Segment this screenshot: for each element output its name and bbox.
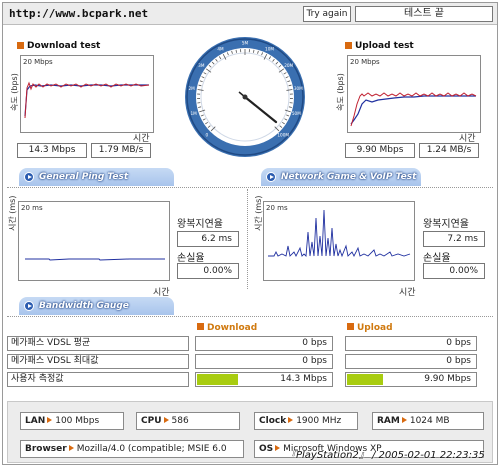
lan-info: LAN 100 Mbps (20, 412, 124, 430)
try-again-button[interactable]: Try again (303, 6, 351, 22)
gauge-tick-label: 50M (292, 111, 301, 116)
bandwidth-download-header: Download (197, 323, 257, 333)
bandwidth-row-label: 사용자 측정값 (7, 372, 189, 387)
download-graph (24, 81, 150, 119)
gauge-tick (235, 49, 237, 53)
bandwidth-download-cell: 0 bps (195, 354, 333, 369)
section-divider (7, 187, 493, 188)
ping-rtt-label: 왕복지연율 (177, 219, 223, 230)
download-max-label: 20 Mbps (23, 58, 53, 66)
ping-loss-label: 손실율 (177, 253, 205, 264)
ping-rtt-value: 6.2 ms (177, 231, 239, 247)
test-status: 테스트 끝 (355, 6, 493, 22)
upload-speed-mbps: 9.90 Mbps (345, 143, 415, 158)
gauge-tick-label: 2M (189, 86, 196, 91)
browser-info: Browser Mozilla/4.0 (compatible; MSIE 6.0 (20, 440, 244, 458)
section-divider (247, 189, 248, 289)
bandwidth-upload-cell: 0 bps (345, 336, 477, 351)
game-chart (263, 201, 415, 281)
arrow-icon (288, 417, 294, 423)
bandwidth-download-cell: 14.3 Mbps (195, 372, 333, 387)
play-icon (24, 172, 34, 182)
ping-graph (25, 258, 165, 261)
gauge-tick-label: 10M (265, 46, 274, 51)
bullet-icon (345, 42, 352, 49)
download-title: Download test (17, 41, 100, 51)
cpu-info: CPU 586 (136, 412, 240, 430)
play-icon (266, 172, 276, 182)
upload-chart (347, 55, 481, 133)
gauge-tick-label: 100M (277, 133, 289, 138)
gauge-tick-label: 20M (284, 63, 293, 68)
download-speed-mbs: 1.79 MB/s (91, 143, 151, 158)
game-max-label: 20 ms (266, 204, 288, 212)
clock-info: Clock 1900 MHz (254, 412, 358, 430)
arrow-icon (275, 445, 281, 451)
section-divider (7, 316, 493, 317)
gauge-tick-label: 0 (205, 133, 208, 138)
gauge-tick-label: 3M (198, 63, 205, 68)
bandwidth-upload-cell: 9.90 Mbps (345, 372, 477, 387)
game-loss-value: 0.00% (423, 263, 485, 279)
arrow-icon (68, 445, 74, 451)
game-graph (268, 209, 411, 258)
ping-chart (18, 201, 170, 281)
speed-gauge: 0 1M 2M 3M 4M 5M 10M 20M 30M 50M 100M (181, 33, 309, 161)
bullet-icon (17, 42, 24, 49)
download-fill-bar (197, 374, 238, 385)
upload-graph (350, 92, 477, 127)
tab-bandwidth-gauge[interactable]: Bandwidth Gauge (19, 297, 174, 315)
bandwidth-download-cell: 0 bps (195, 336, 333, 351)
download-y-axis-label: 속도 (bps) (10, 73, 19, 111)
ram-info: RAM 1024 MB (372, 412, 484, 430)
speed-test-window: http://www.bcpark.net Try again 테스트 끝 Do… (2, 2, 498, 465)
game-loss-label: 손실율 (423, 253, 451, 264)
watermark-caption: 『PlayStation2』 / 2005-02-01 22:23:35 (286, 450, 485, 461)
upload-max-label: 20 Mbps (350, 58, 380, 66)
upload-fill-bar (347, 374, 384, 385)
game-x-axis-label: 시간 (399, 288, 416, 298)
play-icon (24, 301, 34, 311)
bandwidth-row-label: 메가패스 VDSL 최대값 (7, 354, 189, 369)
site-url: http://www.bcpark.net (9, 7, 149, 20)
upload-speed-mbs: 1.24 MB/s (419, 143, 479, 158)
bullet-icon (197, 323, 204, 330)
bandwidth-upload-cell: 0 bps (345, 354, 477, 369)
upload-title: Upload test (345, 41, 414, 51)
gauge-tick (253, 49, 255, 53)
download-chart (20, 55, 154, 133)
arrow-icon (47, 417, 53, 423)
bandwidth-row-label: 메가패스 VDSL 평균 (7, 336, 189, 351)
gauge-tick-label: 5M (242, 41, 249, 46)
game-rtt-value: 7.2 ms (423, 231, 485, 247)
game-rtt-label: 왕복지연율 (423, 219, 469, 230)
bullet-icon (347, 323, 354, 330)
arrow-icon (163, 417, 169, 423)
arrow-icon (401, 417, 407, 423)
gauge-tick-label: 1M (191, 111, 198, 116)
ping-max-label: 20 ms (21, 204, 43, 212)
gauge-tick-label: 4M (217, 46, 224, 51)
tab-network-game-voip-test[interactable]: Network Game & VoIP Test (261, 168, 421, 186)
gauge-tick-label: 30M (294, 86, 303, 91)
upload-y-axis-label: 속도 (bps) (336, 73, 345, 111)
ping-y-axis-label: 시간 (ms) (8, 195, 17, 231)
bandwidth-upload-header: Upload (347, 323, 393, 333)
download-speed-mbps: 14.3 Mbps (17, 143, 87, 158)
tab-general-ping-test[interactable]: General Ping Test (19, 168, 174, 186)
top-bar: http://www.bcpark.net Try again 테스트 끝 (3, 3, 497, 25)
ping-loss-value: 0.00% (177, 263, 239, 279)
